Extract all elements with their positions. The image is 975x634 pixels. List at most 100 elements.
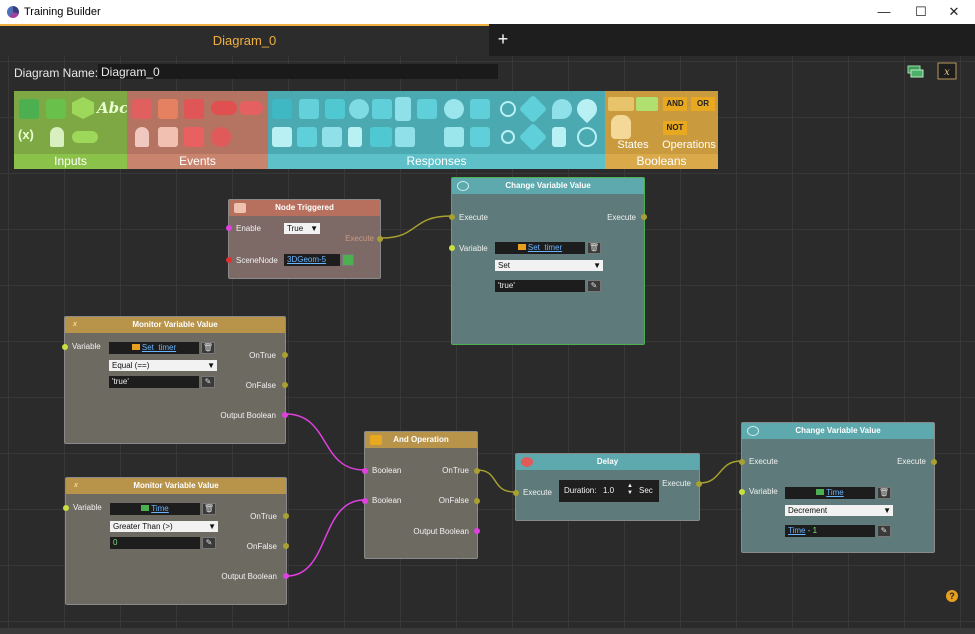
- delete-icon[interactable]: 🗑: [201, 342, 215, 354]
- value-field[interactable]: 'true': [495, 280, 585, 292]
- play-response-icon[interactable]: [299, 99, 319, 119]
- loop-event-icon[interactable]: [239, 101, 263, 115]
- duration-input[interactable]: 1.0: [603, 486, 614, 495]
- variable-field[interactable]: Set_timer: [495, 242, 585, 254]
- camera-event-icon[interactable]: [184, 99, 204, 119]
- monitor-2-header[interactable]: x Monitor Variable Value: [66, 478, 286, 494]
- on-false-port[interactable]: [474, 498, 480, 504]
- variable-link[interactable]: Set_timer: [528, 243, 562, 252]
- or-operation-icon[interactable]: OR: [691, 97, 715, 111]
- play-event-icon[interactable]: [132, 99, 152, 119]
- timer-icon[interactable]: [211, 127, 231, 147]
- radio-off-icon[interactable]: [501, 130, 515, 144]
- state-link-icon[interactable]: [636, 97, 658, 111]
- variable-field[interactable]: Time: [110, 503, 200, 515]
- delay-header[interactable]: Delay: [516, 454, 699, 470]
- variable-link[interactable]: Set_timer: [142, 343, 176, 352]
- execute-out-port[interactable]: [931, 459, 937, 465]
- execute-in-port[interactable]: [739, 459, 745, 465]
- change-variable-node-2[interactable]: Change Variable Value Execute Execute Va…: [739, 422, 937, 553]
- location-icon[interactable]: [552, 99, 572, 119]
- delete-icon[interactable]: 🗑: [587, 242, 601, 254]
- execute-in-port[interactable]: [449, 214, 455, 220]
- variable-port[interactable]: [739, 489, 745, 495]
- list-response-icon[interactable]: [395, 127, 415, 147]
- output-boolean-port[interactable]: [282, 412, 288, 418]
- enable-port[interactable]: [226, 225, 232, 231]
- picture-input-icon[interactable]: [46, 99, 66, 119]
- navigate-response-icon[interactable]: [518, 94, 548, 124]
- transform-response-icon[interactable]: [444, 99, 464, 119]
- camera-capture-icon[interactable]: [297, 127, 317, 147]
- scene-pick-icon[interactable]: [342, 254, 354, 266]
- compare-select[interactable]: Equal (==) ▼: [109, 360, 217, 371]
- close-button[interactable]: ✕: [932, 3, 975, 21]
- scenenode-port[interactable]: [226, 257, 232, 263]
- video-response-icon[interactable]: [370, 127, 392, 147]
- expression-field[interactable]: Time - 1: [785, 525, 875, 537]
- variable-port[interactable]: [63, 505, 69, 511]
- navigate-cancel-icon[interactable]: [518, 122, 548, 152]
- hand-touch-icon[interactable]: [158, 127, 178, 147]
- monitor-variable-node-2[interactable]: x Monitor Variable Value Variable Time 🗑…: [63, 477, 289, 605]
- panel-response-icon[interactable]: [417, 99, 437, 119]
- on-false-port[interactable]: [282, 382, 288, 388]
- view-response-icon[interactable]: [349, 99, 369, 119]
- variable-field[interactable]: Set_timer: [109, 342, 199, 354]
- delete-icon[interactable]: 🗑: [877, 487, 891, 499]
- edit-icon[interactable]: ✎: [587, 280, 601, 292]
- change-variable-1-header[interactable]: Change Variable Value: [452, 178, 644, 194]
- execute-out-port[interactable]: [641, 214, 647, 220]
- variable-link[interactable]: Time: [826, 488, 843, 497]
- execute-out-port[interactable]: [696, 481, 702, 487]
- radio-response-icon[interactable]: [500, 101, 516, 117]
- on-true-port[interactable]: [283, 513, 289, 519]
- state-hand-icon[interactable]: [611, 115, 631, 139]
- set-text-state-icon[interactable]: [608, 97, 634, 111]
- variable-link[interactable]: Time: [151, 504, 168, 513]
- toggle-icon[interactable]: [72, 131, 98, 143]
- variable-icon[interactable]: (x): [18, 127, 34, 142]
- compare-select[interactable]: Greater Than (>) ▼: [110, 521, 218, 532]
- link-event-icon[interactable]: [211, 101, 237, 115]
- delete-icon[interactable]: 🗑: [202, 503, 216, 515]
- picture-event-icon[interactable]: [158, 99, 178, 119]
- message-response-icon[interactable]: [322, 127, 342, 147]
- and-operation-icon[interactable]: AND: [663, 97, 687, 111]
- on-false-port[interactable]: [283, 543, 289, 549]
- scenenode-link[interactable]: 3DGeom-5: [287, 255, 326, 264]
- diagram-name-input[interactable]: [98, 64, 498, 79]
- edit-response-icon[interactable]: [470, 127, 490, 147]
- variable-view-icon[interactable]: x: [937, 62, 957, 80]
- monitor-1-header[interactable]: x Monitor Variable Value: [65, 317, 285, 333]
- output-boolean-port[interactable]: [474, 528, 480, 534]
- value-field[interactable]: 'true': [109, 376, 199, 388]
- gesture-icon[interactable]: [552, 127, 566, 147]
- boolean-in-1-port[interactable]: [362, 468, 368, 474]
- monitor-variable-node-1[interactable]: x Monitor Variable Value Variable Set_ti…: [62, 316, 288, 444]
- variable-port[interactable]: [62, 344, 68, 350]
- microphone-icon[interactable]: [50, 127, 64, 147]
- output-boolean-port[interactable]: [283, 573, 289, 579]
- enable-select[interactable]: True ▼: [284, 223, 320, 234]
- edit-icon[interactable]: ✎: [877, 525, 891, 537]
- and-operation-header[interactable]: And Operation: [365, 432, 477, 448]
- scene-response-icon[interactable]: [272, 99, 292, 119]
- expression-variable-link[interactable]: Time: [788, 526, 805, 535]
- not-operation-icon[interactable]: NOT: [663, 121, 687, 135]
- execute-in-port[interactable]: [513, 490, 519, 496]
- scenenode-field[interactable]: 3DGeom-5: [284, 254, 340, 266]
- edit-icon[interactable]: ✎: [202, 537, 216, 549]
- camera-response-icon[interactable]: [325, 99, 345, 119]
- help-icon[interactable]: ?: [946, 590, 958, 602]
- edit-icon[interactable]: ✎: [201, 376, 215, 388]
- scene-node-icon[interactable]: [19, 99, 39, 119]
- value-field[interactable]: 0: [110, 537, 200, 549]
- on-true-port[interactable]: [282, 352, 288, 358]
- tab-diagram-0[interactable]: Diagram_0: [0, 24, 489, 56]
- delay-node[interactable]: Delay Execute Duration: 1.0 ▲ ▼ Sec Execu…: [513, 453, 702, 521]
- layers-icon[interactable]: [905, 62, 925, 80]
- mode-select[interactable]: Set ▼: [495, 260, 603, 271]
- hand-stop-icon[interactable]: [184, 127, 204, 147]
- pin-icon[interactable]: [572, 94, 602, 124]
